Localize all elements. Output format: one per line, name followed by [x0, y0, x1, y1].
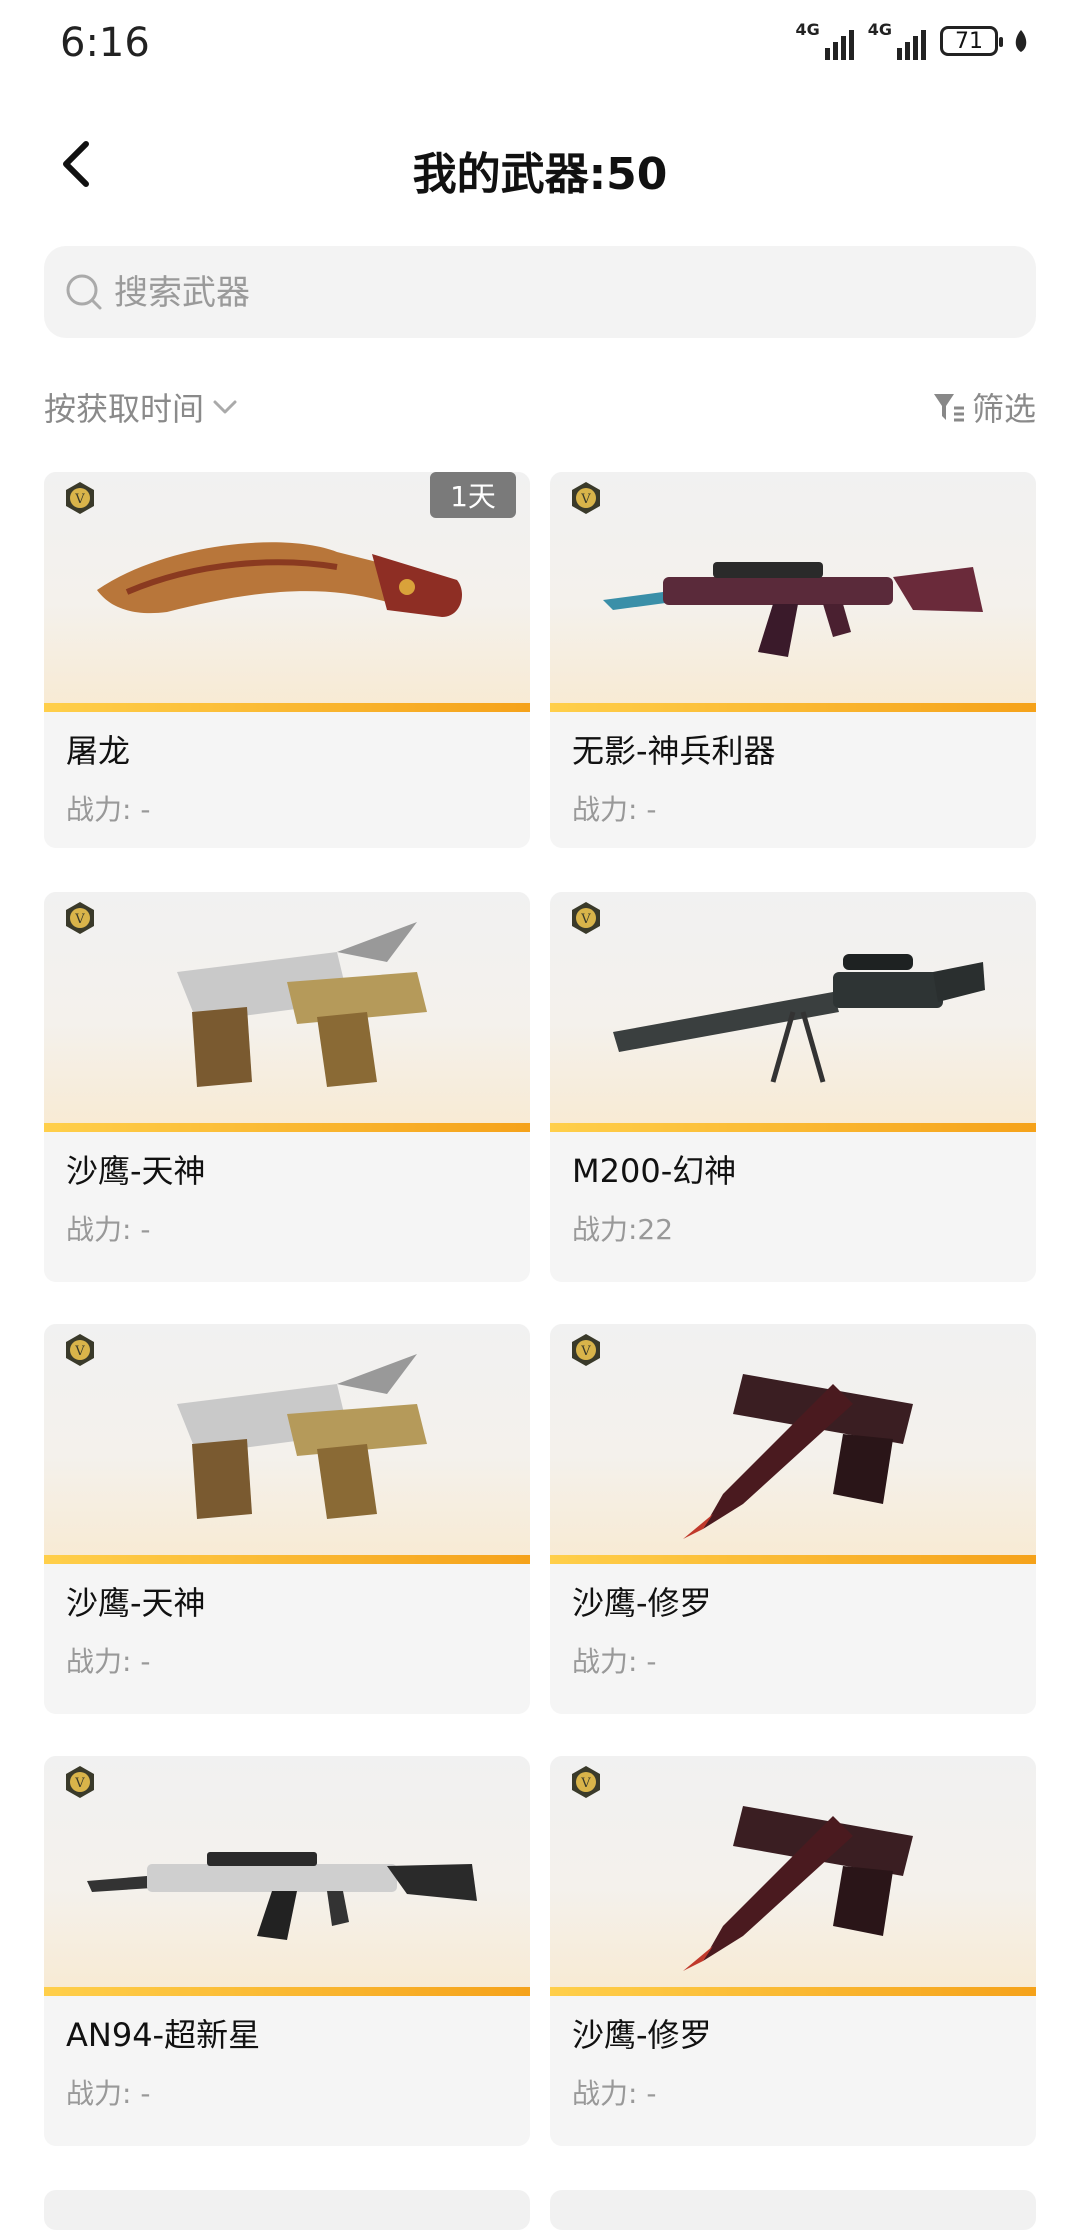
filter-button[interactable]: 筛选	[932, 384, 1036, 430]
knife-icon	[97, 542, 462, 617]
rifle-icon	[603, 562, 983, 657]
weapon-power: 战力:22	[572, 1213, 674, 1246]
weapon-image: V	[44, 1756, 530, 1996]
weapon-card-partial[interactable]	[44, 2190, 530, 2230]
header: 我的武器:50	[0, 120, 1080, 216]
weapon-card[interactable]: V 无影-神兵利器 战力: -	[550, 472, 1036, 848]
search-icon	[66, 274, 102, 310]
svg-text:V: V	[580, 1344, 591, 1359]
weapon-power: 战力: -	[572, 1645, 657, 1678]
weapon-image: V	[550, 1324, 1036, 1564]
weapon-card[interactable]: V 沙鹰-天神 战力: -	[44, 892, 530, 1282]
weapon-card-partial[interactable]	[550, 2190, 1036, 2230]
weapon-card[interactable]: V AN94-超新星 战力: -	[44, 1756, 530, 2146]
pistol-icon	[683, 1374, 913, 1539]
weapon-card[interactable]: V 沙鹰-修罗 战力: -	[550, 1324, 1036, 1714]
svg-text:V: V	[580, 1776, 591, 1791]
weapon-image: V	[44, 892, 530, 1132]
page-title: 我的武器:50	[412, 149, 668, 200]
status-bar: 6:16 4G 4G 71	[0, 0, 1080, 92]
weapon-power: 战力: -	[572, 2077, 657, 2110]
svg-text:V: V	[580, 492, 591, 507]
weapon-name: 屠龙	[66, 732, 131, 770]
svg-text:V: V	[74, 492, 85, 507]
weapon-power: 战力: -	[572, 793, 657, 826]
status-time: 6:16	[60, 20, 150, 66]
weapon-name: 沙鹰-修罗	[572, 1584, 712, 1622]
weapon-power: 战力: -	[66, 793, 151, 826]
weapon-card[interactable]: V 沙鹰-天神 战力: -	[44, 1324, 530, 1714]
weapon-image: V	[550, 892, 1036, 1132]
weapon-card[interactable]: V M200-幻神 战力:22	[550, 892, 1036, 1282]
weapon-power: 战力: -	[66, 2077, 151, 2110]
svg-text:V: V	[74, 912, 85, 927]
search-bar	[44, 246, 1036, 340]
weapon-power: 战力: -	[66, 1645, 151, 1678]
weapon-name: 沙鹰-天神	[66, 1584, 206, 1622]
weapon-name: AN94-超新星	[66, 2016, 261, 2054]
weapon-name: 无影-神兵利器	[572, 732, 776, 770]
filter-label: 筛选	[971, 390, 1036, 428]
signal-icon-2: 4G	[868, 22, 926, 60]
signal-icon: 4G	[795, 22, 854, 60]
pistol-icon	[177, 922, 427, 1087]
sniper-rifle-icon	[613, 954, 985, 1083]
leaf-icon	[1015, 30, 1027, 52]
search-input[interactable]	[112, 246, 996, 340]
sort-label: 按获取时间	[44, 390, 205, 428]
rifle-icon	[87, 1852, 477, 1940]
weapon-image: V	[550, 1756, 1036, 1996]
weapon-image: V	[44, 1324, 530, 1564]
filter-icon	[933, 394, 964, 422]
battery-icon: 71	[940, 26, 1003, 56]
svg-text:V: V	[74, 1344, 85, 1359]
weapon-name: 沙鹰-天神	[66, 1152, 206, 1190]
sort-dropdown[interactable]: 按获取时间	[44, 384, 242, 430]
weapon-power: 战力: -	[66, 1213, 151, 1246]
weapon-card[interactable]: V 沙鹰-修罗 战力: -	[550, 1756, 1036, 2146]
svg-text:V: V	[580, 912, 591, 927]
weapon-image: V 1天	[44, 472, 530, 712]
pistol-icon	[683, 1806, 913, 1971]
weapon-name: M200-幻神	[572, 1152, 737, 1190]
weapon-image: V	[550, 472, 1036, 712]
svg-text:V: V	[74, 1776, 85, 1791]
chevron-down-icon	[213, 400, 237, 414]
weapon-name: 沙鹰-修罗	[572, 2016, 712, 2054]
pistol-icon	[177, 1354, 427, 1519]
weapon-card[interactable]: V 1天 屠龙 战力: -	[44, 472, 530, 848]
status-indicators: 4G 4G 71	[795, 22, 1030, 60]
